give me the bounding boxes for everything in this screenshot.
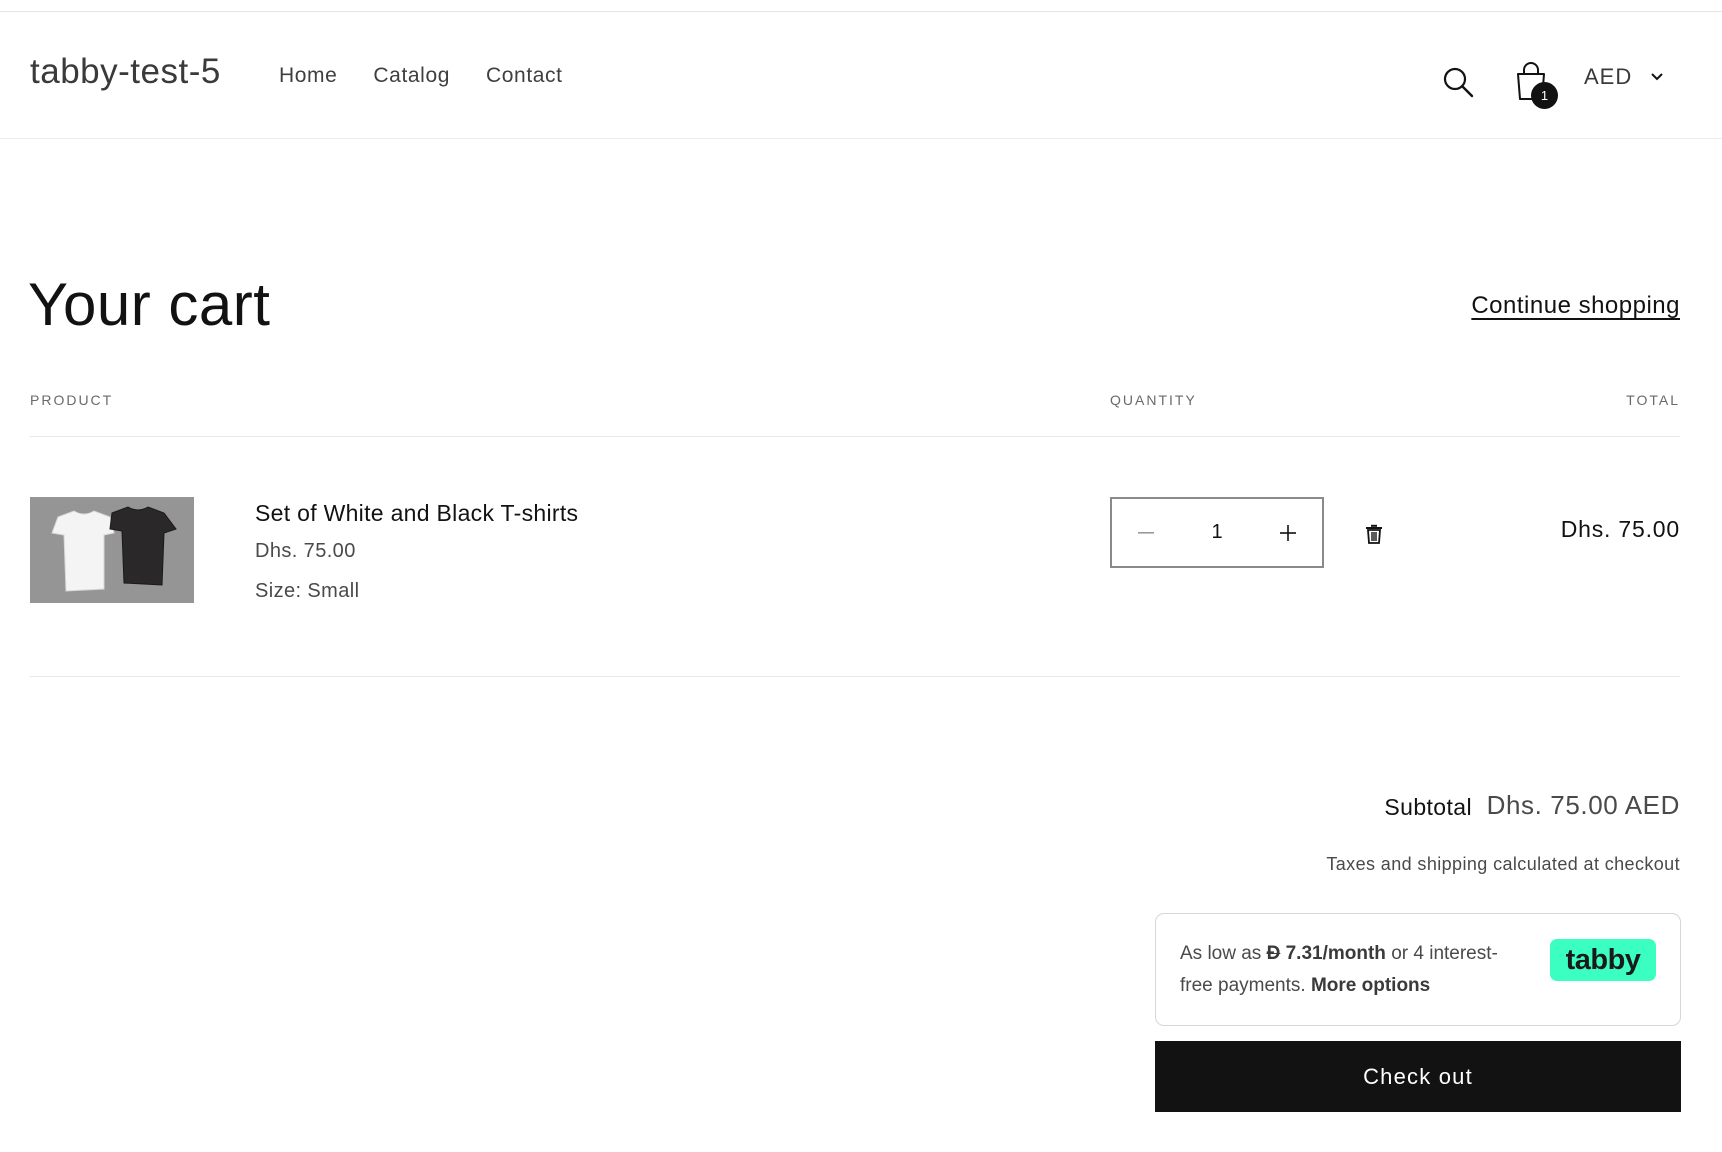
nav-contact[interactable]: Contact: [486, 64, 563, 88]
tabby-promo: As low as Ð 7.31/month or 4 interest-fre…: [1155, 913, 1681, 1026]
subtotal-label: Subtotal: [1384, 794, 1472, 820]
tax-note: Taxes and shipping calculated at checkou…: [1326, 854, 1680, 874]
quantity-input[interactable]: [1180, 521, 1254, 544]
tabby-prefix: As low as: [1180, 943, 1262, 964]
divider: [30, 676, 1680, 677]
top-strip: [0, 0, 1722, 12]
tabby-amount: 7.31/month: [1285, 943, 1386, 964]
subtotal-value: Dhs. 75.00 AED: [1486, 790, 1680, 820]
quantity-stepper: [1110, 497, 1324, 568]
currency-label: AED: [1584, 64, 1633, 89]
cart-count-badge: 1: [1531, 82, 1558, 109]
cart-button[interactable]: 1: [1508, 54, 1558, 109]
main-nav: Home Catalog Contact: [279, 64, 563, 88]
line-item-total: Dhs. 75.00: [1560, 516, 1680, 542]
column-header-total: TOTAL: [1626, 392, 1680, 408]
increase-quantity-button[interactable]: [1254, 499, 1322, 566]
tshirts-image: [30, 497, 194, 603]
page-title: Your cart: [28, 271, 271, 338]
product-variant: Size: Small: [255, 580, 360, 602]
currency-selector[interactable]: AED: [1584, 64, 1664, 90]
divider: [30, 436, 1680, 437]
decrease-quantity-button[interactable]: [1112, 499, 1180, 566]
continue-shopping-link[interactable]: Continue shopping: [1471, 292, 1680, 320]
checkout-button[interactable]: Check out: [1155, 1041, 1681, 1112]
site-header: tabby-test-5 Home Catalog Contact 1 AED: [0, 12, 1722, 139]
product-name[interactable]: Set of White and Black T-shirts: [255, 500, 578, 527]
product-image[interactable]: [30, 497, 194, 603]
tabby-promo-text: As low as Ð 7.31/month or 4 interest-fre…: [1180, 938, 1520, 1002]
nav-catalog[interactable]: Catalog: [373, 64, 450, 88]
store-logo[interactable]: tabby-test-5: [30, 52, 221, 92]
chevron-down-icon: [1651, 73, 1663, 81]
product-unit-price: Dhs. 75.00: [255, 540, 356, 562]
trash-icon: [1366, 524, 1382, 544]
minus-icon: [1138, 531, 1154, 534]
remove-item-button[interactable]: [1360, 520, 1388, 548]
column-header-quantity: QUANTITY: [1110, 392, 1197, 408]
search-button[interactable]: [1440, 64, 1476, 100]
tabby-currency-symbol: Ð: [1266, 943, 1281, 964]
tabby-logo: tabby: [1550, 939, 1656, 981]
tabby-more-options-link[interactable]: More options: [1311, 975, 1430, 996]
plus-icon: [1280, 524, 1296, 541]
nav-home[interactable]: Home: [279, 64, 337, 88]
column-header-product: PRODUCT: [30, 392, 114, 408]
search-icon: [1443, 67, 1474, 98]
